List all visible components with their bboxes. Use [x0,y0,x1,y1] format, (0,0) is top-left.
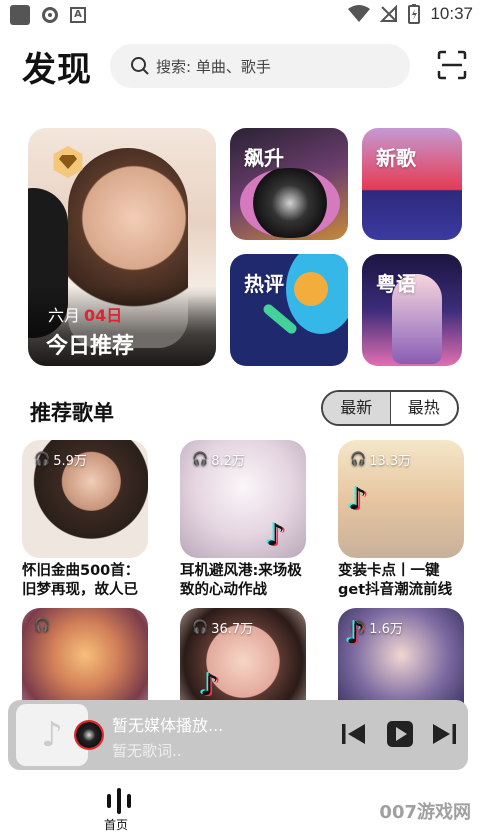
play-icon[interactable] [386,720,414,748]
tile-new-songs[interactable]: 新歌 [362,128,462,240]
tile-label: 飙升 [244,146,284,170]
headphones-icon: 🎧 [192,620,209,635]
header: 发现 搜索: 单曲、歌手 [0,42,481,94]
day-number: 04日 [84,306,123,325]
play-count: 36.7万 [211,622,254,637]
music-note-icon: ♪ [41,715,63,755]
vinyl-icon [74,720,104,750]
playlist-cover: 🎧 5.9万 [22,440,148,558]
clock: 10:37 [430,4,473,23]
tiktok-logo-icon: ♪ [266,518,286,553]
daily-title: 今日推荐 [46,334,135,359]
search-icon [131,57,149,75]
tile-label: 新歌 [376,146,416,170]
tab-newest[interactable]: 最新 [323,392,391,424]
tab-hottest[interactable]: 最热 [391,392,458,424]
player-title: 暂无媒体播放... [112,716,224,735]
play-count: 5.9万 [53,454,87,469]
record-icon [42,7,58,23]
previous-icon[interactable] [340,720,368,748]
tile-rising[interactable]: 飙升 [230,128,348,240]
search-placeholder: 搜索: 单曲、歌手 [156,57,271,76]
no-signal-icon [380,5,398,22]
play-count: 13.3万 [369,454,412,469]
mini-player[interactable]: ♪ 暂无媒体播放... 暂无歌词.. [8,700,468,770]
sort-toggle: 最新 最热 [321,390,459,426]
page-title: 发现 [22,50,92,90]
playlist-cover: 🎧 13.3万 ♪ [338,440,464,558]
tile-cantonese[interactable]: 粤语 [362,254,462,366]
headphones-icon: 🎧 [34,452,51,467]
headphones-icon: 🎧 [192,452,209,467]
bottom-nav: 首页 007游戏网 [0,776,481,832]
tiktok-logo-icon: ♪ [346,616,366,651]
tiktok-logo-icon: ♪ [348,482,368,517]
playlist-title: 耳机避风港:来场极致的心动作战 [180,563,302,598]
home-waveform-icon[interactable] [104,786,134,814]
headphones-icon: 🎧 [350,452,367,467]
next-icon[interactable] [430,720,458,748]
headphones-icon: 🎧 [34,618,51,633]
playlist-card[interactable]: 🎧 5.9万 怀旧金曲500首：旧梦再现，故人已 [22,440,150,600]
tile-hot-comments[interactable]: 热评 [230,254,348,366]
playlist-title: 变装卡点丨一键get抖音潮流前线 [338,563,453,598]
tile-label: 粤语 [376,272,416,296]
playlist-card[interactable]: 🎧 8.2万 ♪ 耳机避风港:来场极致的心动作战 [180,440,308,600]
playlist-card[interactable]: 🎧 13.3万 ♪ 变装卡点丨一键get抖音潮流前线 [338,440,466,600]
watermark: 007游戏网 [379,802,471,823]
section-title: 推荐歌单 [30,401,114,425]
date-label: 六月 04日 [48,306,123,325]
daily-recommend-card[interactable]: 六月 04日 今日推荐 [28,128,216,366]
tile-label: 热评 [244,272,284,296]
player-lyrics: 暂无歌词.. [112,742,182,760]
play-count: 8.2万 [211,454,245,469]
playlist-title: 怀旧金曲500首：旧梦再现，故人已 [22,563,140,598]
player-cover: ♪ [16,704,104,766]
battery-icon [408,4,421,24]
scan-icon[interactable] [437,50,467,80]
nav-home-label[interactable]: 首页 [104,816,128,833]
status-bar: A 10:37 [0,0,481,30]
playlist-cover: 🎧 8.2万 ♪ [180,440,306,558]
search-bar[interactable]: 搜索: 单曲、歌手 [110,44,410,88]
notification-square-icon [10,5,30,25]
wifi-icon [348,5,371,22]
tiktok-logo-icon: ♪ [200,668,220,703]
font-a-icon: A [70,7,86,23]
